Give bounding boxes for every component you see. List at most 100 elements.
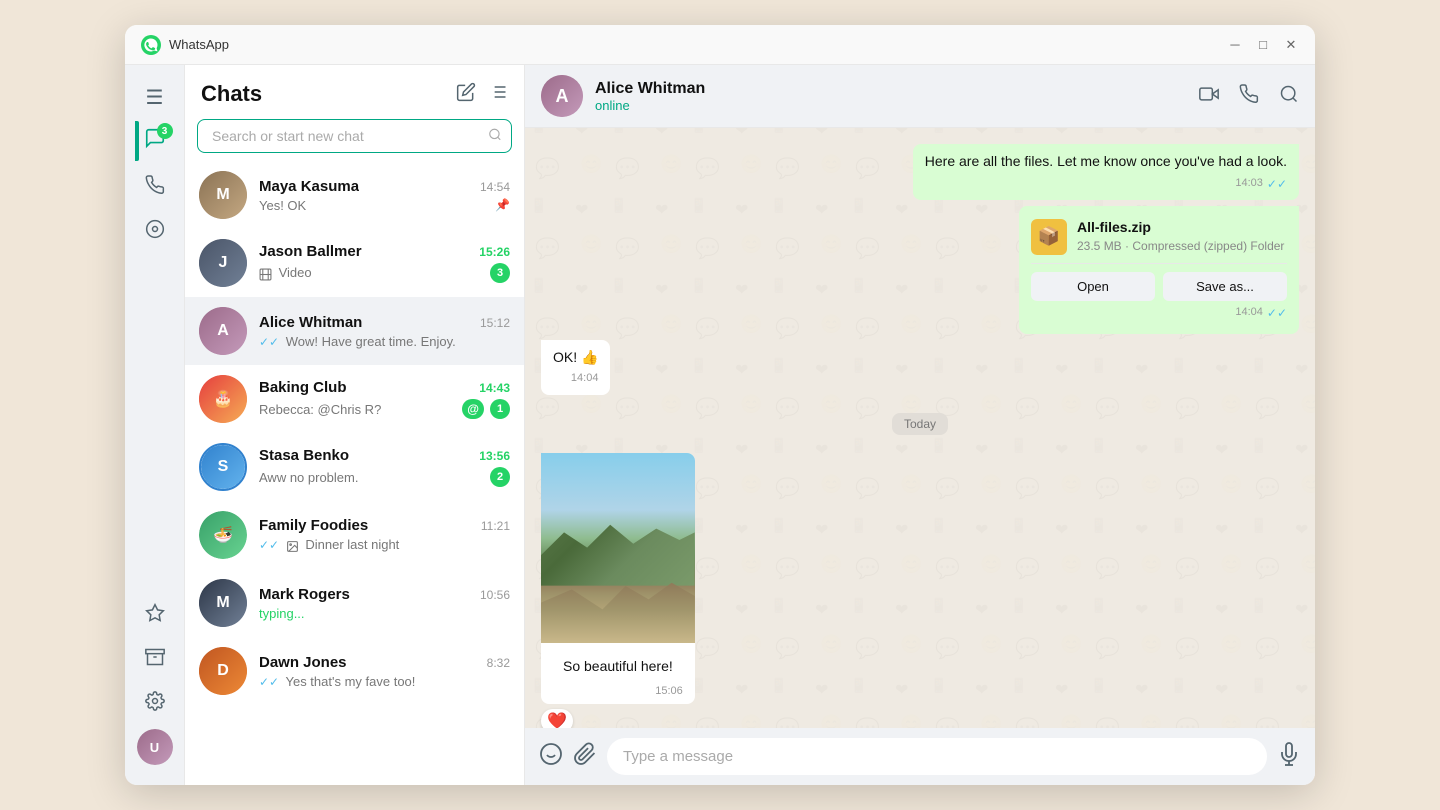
avatar-mark: M bbox=[199, 579, 247, 627]
avatar-stasa: S bbox=[199, 443, 247, 491]
avatar-alice: A bbox=[199, 307, 247, 355]
main-content: ☰ 3 bbox=[125, 65, 1315, 785]
chat-item-dawn[interactable]: D Dawn Jones 8:32 ✓✓ Yes that's my fave … bbox=[185, 637, 524, 705]
badge-jason: 3 bbox=[490, 263, 510, 283]
voice-call-btn[interactable] bbox=[1239, 84, 1259, 109]
chat-info-maya: Maya Kasuma 14:54 Yes! OK 📌 bbox=[259, 178, 510, 213]
chat-name-stasa: Stasa Benko bbox=[259, 447, 349, 464]
bubble-3: OK! 👍 14:04 bbox=[541, 340, 610, 395]
app-window: WhatsApp ─ □ ✕ ☰ 3 bbox=[125, 25, 1315, 785]
file-name-2: All-files.zip bbox=[1077, 218, 1287, 238]
header-icons bbox=[456, 82, 508, 107]
whatsapp-logo bbox=[141, 35, 161, 55]
chat-time-family: 11:21 bbox=[481, 519, 510, 533]
chat-preview-family: ✓✓ Dinner last night bbox=[259, 537, 510, 552]
bubble-time-2: 14:04 bbox=[1235, 305, 1263, 320]
chat-preview-jason: Video bbox=[259, 265, 484, 280]
nav-chats[interactable]: 3 bbox=[135, 121, 175, 161]
nav-status[interactable] bbox=[135, 209, 175, 249]
chat-item-family[interactable]: 🍜 Family Foodies 11:21 ✓✓ Dinner last ni… bbox=[185, 501, 524, 569]
chat-item-stasa[interactable]: S Stasa Benko 13:56 Aww no problem. 2 bbox=[185, 433, 524, 501]
messages-area[interactable]: Here are all the files. Let me know once… bbox=[525, 128, 1315, 728]
nav-menu[interactable]: ☰ bbox=[135, 77, 175, 117]
bubble-time-3: 14:04 bbox=[571, 371, 599, 386]
chat-item-baking[interactable]: 🎂 Baking Club 14:43 Rebecca: @Chris R? @… bbox=[185, 365, 524, 433]
date-divider-today: Today bbox=[541, 413, 1299, 435]
message-1: Here are all the files. Let me know once… bbox=[541, 144, 1299, 200]
chat-name-family: Family Foodies bbox=[259, 517, 368, 534]
avatar-dawn: D bbox=[199, 647, 247, 695]
chat-item-alice[interactable]: A Alice Whitman 15:12 ✓✓ Wow! Have great… bbox=[185, 297, 524, 365]
chat-list-panel: Chats bbox=[185, 65, 525, 785]
chat-time-jason: 15:26 bbox=[479, 245, 510, 259]
bubble-time-1: 14:03 bbox=[1235, 176, 1263, 191]
nav-settings[interactable] bbox=[135, 681, 175, 721]
bubble-meta-2: 14:04 ✓✓ bbox=[1031, 305, 1287, 322]
chat-time-dawn: 8:32 bbox=[487, 656, 510, 670]
message-input[interactable] bbox=[607, 738, 1267, 775]
bubble-text-3: OK! 👍 bbox=[553, 348, 598, 368]
chat-preview-dawn: ✓✓ Yes that's my fave too! bbox=[259, 674, 510, 689]
chat-info-baking: Baking Club 14:43 Rebecca: @Chris R? @ 1 bbox=[259, 379, 510, 419]
reaction-heart[interactable]: ❤️ bbox=[541, 709, 573, 728]
bubble-time-4: 15:06 bbox=[655, 684, 683, 699]
chat-info-stasa: Stasa Benko 13:56 Aww no problem. 2 bbox=[259, 447, 510, 487]
chat-time-maya: 14:54 bbox=[480, 180, 510, 194]
image-bubble-container: So beautiful here! 15:06 ❤️ bbox=[541, 453, 695, 728]
bubble-meta-3: 14:04 bbox=[553, 371, 598, 386]
chat-info-dawn: Dawn Jones 8:32 ✓✓ Yes that's my fave to… bbox=[259, 654, 510, 689]
chat-item-maya[interactable]: M Maya Kasuma 14:54 Yes! OK 📌 bbox=[185, 161, 524, 229]
file-info-2: 📦 All-files.zip 23.5 MB · Compressed (zi… bbox=[1031, 218, 1287, 254]
active-indicator bbox=[135, 121, 139, 161]
save-file-btn[interactable]: Save as... bbox=[1163, 272, 1287, 301]
chat-name-maya: Maya Kasuma bbox=[259, 178, 359, 195]
avatar-jason: J bbox=[199, 239, 247, 287]
nav-archive[interactable] bbox=[135, 637, 175, 677]
chat-header-avatar[interactable]: A bbox=[541, 75, 583, 117]
search-submit-icon[interactable] bbox=[488, 128, 502, 145]
chat-area: 💬 ❤ 📱 😊 A Alice Whitman online bbox=[525, 65, 1315, 785]
chat-time-alice: 15:12 bbox=[480, 316, 510, 330]
avatar-baking: 🎂 bbox=[199, 375, 247, 423]
maximize-btn[interactable]: □ bbox=[1255, 37, 1271, 53]
file-size-2: 23.5 MB · Compressed (zipped) Folder bbox=[1077, 238, 1287, 255]
chats-badge: 3 bbox=[157, 123, 173, 139]
filter-icon[interactable] bbox=[488, 82, 508, 107]
open-file-btn[interactable]: Open bbox=[1031, 272, 1155, 301]
nav-phone[interactable] bbox=[135, 165, 175, 205]
badge-stasa: 2 bbox=[490, 467, 510, 487]
message-input-bar bbox=[525, 728, 1315, 785]
chat-name-dawn: Dawn Jones bbox=[259, 654, 347, 671]
close-btn[interactable]: ✕ bbox=[1283, 37, 1299, 53]
bubble-1: Here are all the files. Let me know once… bbox=[913, 144, 1299, 200]
chat-info-mark: Mark Rogers 10:56 typing... bbox=[259, 586, 510, 621]
message-4: So beautiful here! 15:06 ❤️ bbox=[541, 453, 1299, 728]
voice-message-btn[interactable] bbox=[1277, 742, 1301, 772]
chat-preview-baking: Rebecca: @Chris R? bbox=[259, 402, 456, 417]
chat-item-mark[interactable]: M Mark Rogers 10:56 typing... bbox=[185, 569, 524, 637]
attach-btn[interactable] bbox=[573, 742, 597, 772]
nav-starred[interactable] bbox=[135, 593, 175, 633]
chat-time-baking: 14:43 bbox=[479, 381, 510, 395]
double-check-dawn: ✓✓ bbox=[259, 675, 279, 689]
minimize-btn[interactable]: ─ bbox=[1227, 37, 1243, 53]
file-icon-2: 📦 bbox=[1031, 219, 1067, 255]
double-check-alice: ✓✓ bbox=[259, 335, 279, 349]
image-caption: So beautiful here! bbox=[553, 651, 683, 681]
chats-title: Chats bbox=[201, 81, 262, 107]
chat-time-stasa: 13:56 bbox=[479, 449, 510, 463]
read-receipt-1: ✓✓ bbox=[1267, 176, 1287, 193]
user-avatar[interactable]: U bbox=[137, 729, 173, 765]
date-label: Today bbox=[892, 413, 948, 435]
file-details-2: All-files.zip 23.5 MB · Compressed (zipp… bbox=[1077, 218, 1287, 254]
new-chat-icon[interactable] bbox=[456, 82, 476, 107]
search-input[interactable] bbox=[197, 119, 512, 153]
emoji-btn[interactable] bbox=[539, 742, 563, 772]
chat-item-jason[interactable]: J Jason Ballmer 15:26 Video 3 bbox=[185, 229, 524, 297]
title-bar: WhatsApp ─ □ ✕ bbox=[125, 25, 1315, 65]
video-call-btn[interactable] bbox=[1199, 84, 1219, 109]
contact-status: online bbox=[595, 98, 1199, 113]
search-chat-btn[interactable] bbox=[1279, 84, 1299, 109]
chat-info-alice: Alice Whitman 15:12 ✓✓ Wow! Have great t… bbox=[259, 314, 510, 349]
chat-header-actions bbox=[1199, 84, 1299, 109]
